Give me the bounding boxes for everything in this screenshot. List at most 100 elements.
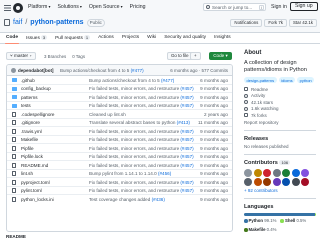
file-name[interactable]: lint.sh: [21, 171, 33, 176]
file-row[interactable]: tests Fix failed tests, minor errors, and…: [7, 102, 232, 110]
language-item[interactable]: Shell 0.5%: [280, 218, 306, 223]
file-commit-message[interactable]: Fix failed tests, minor errors, and rest…: [89, 146, 194, 151]
menu-icon[interactable]: [4, 5, 11, 11]
tab-insights[interactable]: Insights: [214, 35, 231, 41]
file-commit-message[interactable]: Fix failed tests, minor errors, and rest…: [89, 103, 194, 108]
file-commit-pr-link[interactable]: (#457): [180, 180, 193, 185]
file-commit-pr-link[interactable]: (#456): [158, 171, 171, 176]
topic-tag[interactable]: design-patterns: [244, 77, 277, 83]
file-commit-pr-link[interactable]: (#413): [177, 120, 190, 125]
readme-tab[interactable]: README: [6, 234, 26, 239]
file-name[interactable]: config_backup: [21, 86, 51, 91]
file-row[interactable]: python_locks.ini Test coverage changes ad…: [7, 195, 232, 204]
repo-owner-link[interactable]: faif: [13, 19, 22, 26]
releases-title[interactable]: Releases: [244, 136, 316, 142]
file-row[interactable]: Makefile Fix failed tests, minor errors, …: [7, 136, 232, 144]
avatar[interactable]: [282, 168, 290, 177]
file-commit-pr-link[interactable]: (#457): [180, 154, 193, 159]
file-name[interactable]: tests: [21, 103, 31, 108]
file-commit-message[interactable]: Fix failed tests, minor errors, and rest…: [89, 86, 194, 91]
topic-tag[interactable]: python: [297, 77, 315, 83]
add-file-button[interactable]: +: [190, 52, 201, 60]
tab-security[interactable]: Security and quality: [164, 35, 206, 41]
file-row[interactable]: Pipfile Fix failed tests, minor errors, a…: [7, 144, 232, 153]
forks-link[interactable]: 7k forks: [244, 112, 316, 119]
file-name[interactable]: .travis.yml: [21, 129, 42, 134]
file-name[interactable]: .gitignore: [21, 120, 40, 125]
search-input[interactable]: Search or jump to... /: [203, 3, 266, 11]
file-commit-message[interactable]: Test coverage changes added (#436): [89, 197, 165, 202]
file-commit-pr-link[interactable]: (#457): [180, 129, 193, 134]
file-name[interactable]: Pipfile.lock: [21, 154, 43, 159]
fork-button[interactable]: Fork 7k: [264, 19, 287, 27]
avatar[interactable]: [263, 168, 271, 177]
branches-link[interactable]: 3 Branches: [44, 54, 66, 59]
file-commit-message[interactable]: Fix failed tests, minor errors, and rest…: [89, 163, 194, 168]
nav-open-source[interactable]: Open Source: [89, 4, 123, 10]
tab-actions[interactable]: Actions: [98, 35, 114, 41]
file-row[interactable]: .github Bump actions/checkout from 4 to 5…: [7, 76, 232, 85]
file-name[interactable]: pylint.toml: [21, 188, 42, 193]
tab-code[interactable]: Code: [5, 35, 19, 44]
avatar[interactable]: [282, 178, 290, 186]
topic-tag[interactable]: idioms: [278, 77, 296, 83]
file-row[interactable]: patterns Fix failed tests, minor errors, …: [7, 93, 232, 102]
github-logo-icon[interactable]: [13, 3, 23, 13]
language-item[interactable]: Makefile 0.4%: [244, 227, 276, 232]
file-row[interactable]: config_backup Fix failed tests, minor err…: [7, 85, 232, 93]
file-commit-message[interactable]: Fix failed tests, minor errors, and rest…: [89, 129, 194, 134]
file-commit-pr-link[interactable]: (#457): [180, 137, 193, 142]
code-button[interactable]: Code ▾: [209, 52, 232, 60]
avatar[interactable]: [291, 178, 300, 186]
tags-link[interactable]: 0 Tags: [72, 54, 85, 59]
file-row[interactable]: pyproject.toml Fix failed tests, minor er…: [7, 178, 232, 187]
file-row[interactable]: .gitignore Translate several abstract bas…: [7, 119, 232, 127]
avatar[interactable]: [253, 168, 262, 177]
nav-platform[interactable]: Platform: [28, 4, 50, 10]
commit-pr-link[interactable]: (#477): [131, 68, 144, 73]
repo-name-link[interactable]: python-patterns: [30, 19, 83, 26]
file-commit-pr-link[interactable]: (#477): [161, 78, 174, 83]
language-item[interactable]: Python 99.1%: [244, 218, 276, 223]
tab-projects[interactable]: Projects: [122, 35, 139, 41]
commit-meta[interactable]: 6 months ago · 577 Commits: [170, 68, 228, 73]
go-to-file-button[interactable]: Go to file: [167, 52, 193, 60]
nav-solutions[interactable]: Solutions: [57, 4, 81, 10]
file-name[interactable]: Pipfile: [21, 146, 34, 151]
file-commit-pr-link[interactable]: (#457): [180, 86, 193, 91]
nav-pricing[interactable]: Pricing: [130, 4, 146, 10]
file-commit-message[interactable]: Cleaned up lint.sh: [89, 112, 126, 117]
file-row[interactable]: .codespellignore Cleaned up lint.sh 2 yea…: [7, 110, 232, 119]
file-row[interactable]: lint.sh Bump pylint from 1.14.1 to 1.14.0…: [7, 170, 232, 178]
file-commit-pr-link[interactable]: (#457): [180, 163, 193, 168]
file-commit-pr-link[interactable]: (#457): [180, 103, 193, 108]
file-name[interactable]: pyproject.toml: [21, 180, 50, 185]
file-commit-message[interactable]: Fix failed tests, minor errors, and rest…: [89, 137, 194, 142]
contributors-title[interactable]: Contributors 106: [244, 159, 316, 166]
avatar[interactable]: [272, 178, 281, 186]
avatar[interactable]: [263, 178, 271, 186]
avatar[interactable]: [291, 168, 300, 177]
avatar[interactable]: [244, 178, 252, 186]
avatar[interactable]: [301, 168, 309, 177]
file-row[interactable]: Pipfile.lock Fix failed tests, minor erro…: [7, 153, 232, 161]
file-commit-pr-link[interactable]: (#457): [180, 188, 193, 193]
file-commit-message[interactable]: Bump actions/checkout from 4 to 5 (#477): [89, 78, 174, 83]
tab-pull-requests[interactable]: Pull requests 1: [55, 35, 91, 41]
file-name[interactable]: README.md: [21, 163, 48, 168]
avatar[interactable]: [11, 67, 16, 73]
file-name[interactable]: .github: [21, 78, 35, 83]
branch-select-button[interactable]: ⑂ master ▾: [6, 52, 37, 60]
file-commit-message[interactable]: Fix failed tests, minor errors, and rest…: [89, 154, 194, 159]
commit-message[interactable]: Bump actions/checkout from 4 to 5 (#477): [60, 68, 144, 73]
sign-in-link[interactable]: Sign in: [271, 4, 287, 10]
sign-up-button[interactable]: Sign up: [290, 2, 318, 11]
avatar[interactable]: [272, 168, 281, 177]
tab-wiki[interactable]: Wiki: [147, 35, 156, 41]
file-commit-message[interactable]: Fix failed tests, minor errors, and rest…: [89, 95, 194, 100]
file-commit-message[interactable]: Translate several abstract bases to pyth…: [89, 120, 190, 125]
file-name[interactable]: patterns: [21, 95, 38, 100]
notifications-button[interactable]: Notifications: [230, 19, 263, 27]
commit-author[interactable]: dependabot[bot]: [18, 68, 54, 73]
report-repository-link[interactable]: Report repository: [244, 120, 316, 125]
